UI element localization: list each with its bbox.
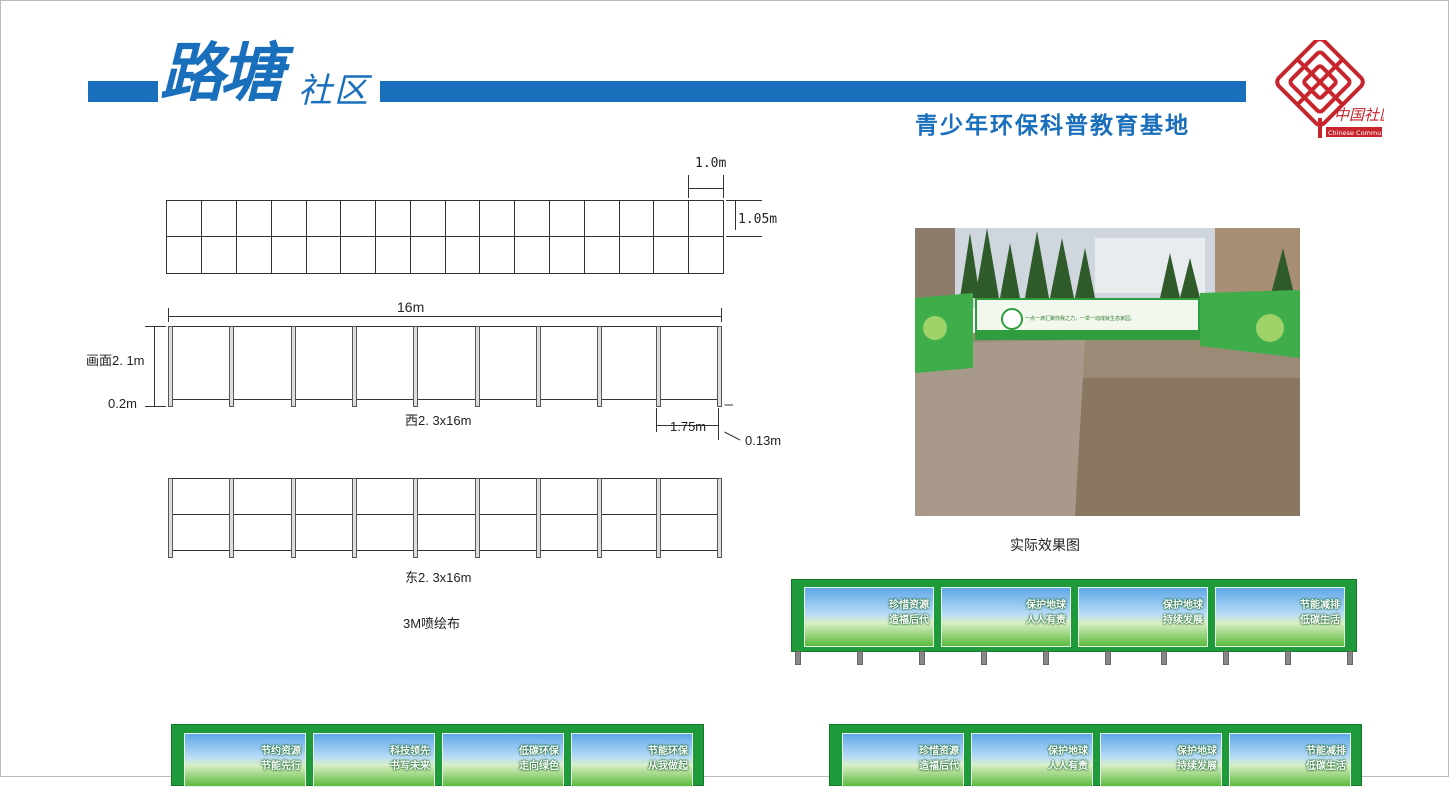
west-wall-caption: 西2. 3x16m <box>405 413 472 428</box>
board-post <box>1223 651 1229 665</box>
poster-text: 保护地球 持续发展 <box>1163 600 1203 626</box>
dim-panel-width: 1.0m <box>695 156 727 171</box>
poster-panel: 珍惜资源 造福后代 <box>842 733 964 787</box>
dim-post-width: 0.13m <box>745 433 782 448</box>
panel-grid-drawing <box>166 175 762 274</box>
poster-panel: 低碳环保 走向绿色 <box>442 733 564 787</box>
poster-text: 节能环保 从我做起 <box>648 746 688 772</box>
poster-panel: 节能减排 低碳生活 <box>1215 587 1345 647</box>
poster-panel: 节能环保 从我做起 <box>571 733 693 787</box>
poster-panel: 节能减排 低碳生活 <box>1229 733 1351 787</box>
poster-panel: 保护地球 人人有责 <box>941 587 1071 647</box>
poster-text: 科技领先 书写未来 <box>390 746 430 772</box>
west-wall-posts <box>168 326 722 407</box>
poster-text: 珍惜资源 造福后代 <box>889 600 929 626</box>
poster-panel: 保护地球 人人有责 <box>971 733 1093 787</box>
dim-post-spacing: 1.75m <box>670 419 707 434</box>
poster-text: 保护地球 人人有责 <box>1048 746 1088 772</box>
material-note: 3M喷绘布 <box>403 616 461 631</box>
poster-text: 保护地球 持续发展 <box>1177 746 1217 772</box>
photo-caption: 实际效果图 <box>1010 537 1080 553</box>
board-post <box>1105 651 1111 665</box>
poster-panel: 节约资源 节能先行 <box>184 733 306 787</box>
poster-text: 节约资源 节能先行 <box>261 746 301 772</box>
east-wall-drawing <box>168 478 722 551</box>
poster-text: 低碳环保 走向绿色 <box>519 746 559 772</box>
dim-base-height: 0.2m <box>108 396 137 411</box>
poster-panel: 珍惜资源 造福后代 <box>804 587 934 647</box>
board-post <box>857 651 863 665</box>
site-photo: 一点一滴汇聚你我之力，一举一动成就生态家园。 <box>915 228 1300 516</box>
east-wall-caption: 东2. 3x16m <box>405 570 472 585</box>
poster-text: 节能减排 低碳生活 <box>1300 600 1340 626</box>
board-post <box>1161 651 1167 665</box>
dim-panel-height: 1.05m <box>738 212 778 227</box>
poster-panel: 保护地球 持续发展 <box>1078 587 1208 647</box>
poster-text: 珍惜资源 造福后代 <box>919 746 959 772</box>
billboard-right-mid: 珍惜资源 造福后代 保护地球 人人有责 保护地球 持续发展 节能减排 低碳生活 <box>791 579 1357 652</box>
board-post <box>981 651 987 665</box>
board-post <box>1347 651 1353 665</box>
east-wall-posts <box>168 478 722 558</box>
dim-total-length: 16m <box>397 299 425 315</box>
board-post <box>795 651 801 665</box>
dim-screen-height: 画面2. 1m <box>86 353 145 368</box>
board-post <box>1285 651 1291 665</box>
poster-text: 保护地球 人人有责 <box>1026 600 1066 626</box>
board-post <box>919 651 925 665</box>
photo-banner-text: 一点一滴汇聚你我之力，一举一动成就生态家园。 <box>1025 315 1135 322</box>
poster-text: 节能减排 低碳生活 <box>1306 746 1346 772</box>
poster-panel: 科技领先 书写未来 <box>313 733 435 787</box>
board-post <box>1043 651 1049 665</box>
poster-panel: 保护地球 持续发展 <box>1100 733 1222 787</box>
